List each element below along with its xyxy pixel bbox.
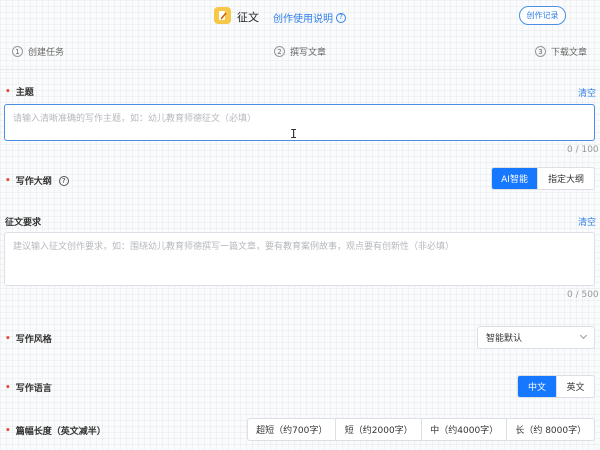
topic-input[interactable]: 请输入清晰准确的写作主题，如：幼儿教育师德征文（必填） (4, 104, 595, 141)
app-logo-icon (214, 7, 231, 24)
outline-label: • 写作大纲 ? (5, 174, 69, 187)
step-number: 1 (12, 46, 23, 57)
length-label: • 篇幅长度（英文减半） (5, 424, 106, 438)
outline-custom-button[interactable]: 指定大纲 (537, 168, 594, 189)
style-label-text: 写作风格 (15, 335, 52, 345)
required-mark: • (5, 382, 11, 393)
usage-guide-label[interactable]: 创作使用说明 (273, 10, 333, 25)
language-label: • 写作语言 (5, 381, 52, 395)
topic-placeholder: 请输入清晰准确的写作主题，如：幼儿教育师德征文（必填） (13, 114, 257, 124)
topic-label-text: 主题 (15, 88, 34, 98)
question-icon[interactable]: ? (58, 175, 69, 186)
requirements-label: 征文要求 (5, 215, 41, 228)
length-medium-button[interactable]: 中（约4000字） (420, 419, 507, 440)
length-short-button[interactable]: 短（约2000字） (335, 419, 421, 440)
style-select[interactable]: 智能默认 (477, 326, 595, 349)
length-long-button[interactable]: 长（约 8000字） (506, 419, 594, 440)
header: 征文 创作使用说明 ? 创作记录 (0, 0, 600, 32)
style-select-value: 智能默认 (486, 334, 523, 344)
usage-guide-link[interactable]: 创作使用说明 ? (273, 10, 346, 25)
topic-clear-button[interactable]: 清空 (578, 86, 596, 99)
requirements-placeholder: 建议输入征文创作要求，如：围绕幼儿教育师德撰写一篇文章，要有教育案例故事，观点要… (13, 242, 455, 252)
steps-bar: 1 创建任务 2 撰写文章 3 下载文章 (0, 32, 600, 70)
requirements-input[interactable]: 建议输入征文创作要求，如：围绕幼儿教育师德撰写一篇文章，要有教育案例故事，观点要… (4, 232, 595, 286)
chevron-down-icon (579, 331, 588, 340)
language-label-text: 写作语言 (15, 384, 52, 394)
length-extra-short-button[interactable]: 超短（约700字） (248, 419, 335, 440)
text-cursor-icon: I (290, 127, 298, 141)
step-label: 下载文章 (551, 48, 588, 58)
length-label-text: 篇幅长度（英文减半） (15, 427, 106, 437)
topic-counter: 0 / 100 (567, 145, 599, 155)
required-mark: • (5, 333, 11, 344)
step-label: 创建任务 (28, 48, 65, 58)
topic-label: • 主题 (5, 85, 34, 99)
language-chinese-button[interactable]: 中文 (518, 376, 556, 397)
step-number: 2 (274, 46, 285, 57)
outline-toggle: AI智能 指定大纲 (491, 167, 595, 190)
requirements-clear-button[interactable]: 清空 (578, 215, 596, 228)
requirements-label-text: 征文要求 (5, 218, 42, 228)
creation-record-button[interactable]: 创作记录 (519, 6, 566, 25)
required-mark: • (5, 425, 11, 436)
question-icon[interactable]: ? (336, 12, 346, 23)
requirements-counter: 0 / 500 (567, 290, 599, 300)
length-toggle: 超短（约700字） 短（约2000字） 中（约4000字） 长（约 8000字） (247, 418, 595, 441)
language-toggle: 中文 英文 (517, 375, 595, 398)
language-english-button[interactable]: 英文 (555, 376, 594, 397)
style-label: • 写作风格 (5, 332, 52, 346)
step-number: 3 (535, 46, 546, 57)
step-write-article: 2 撰写文章 (274, 45, 326, 58)
outline-ai-button[interactable]: AI智能 (492, 168, 538, 189)
outline-label-text: 写作大纲 (15, 177, 52, 187)
step-download-article: 3 下载文章 (535, 45, 587, 58)
step-label: 撰写文章 (290, 48, 327, 58)
app-title: 征文 (237, 11, 259, 24)
required-mark: • (5, 86, 11, 97)
required-mark: • (5, 175, 11, 186)
step-create-task: 1 创建任务 (12, 45, 64, 58)
